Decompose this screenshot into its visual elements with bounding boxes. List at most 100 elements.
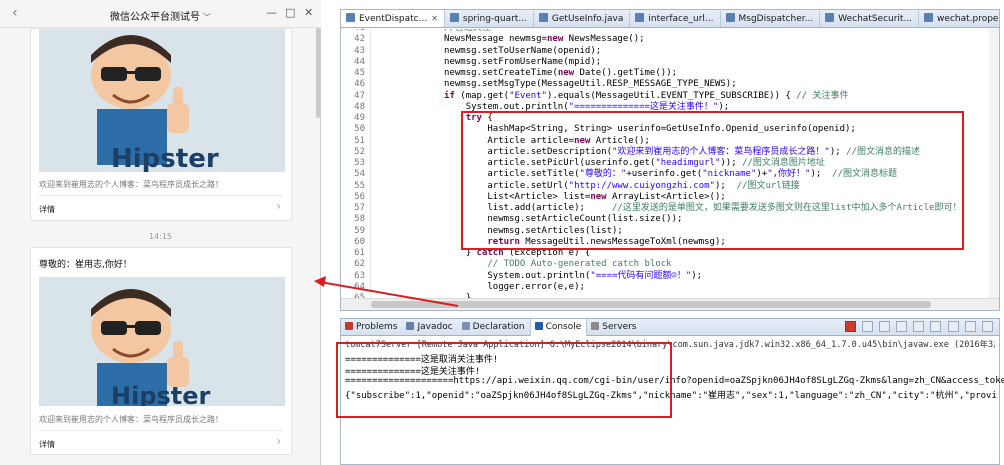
code-line: 47 if (map.get("Event").equals(MessageUt… (341, 91, 999, 103)
java-file-icon (825, 13, 835, 22)
line-number: 52 (354, 146, 365, 157)
java-file-icon (449, 13, 459, 22)
line-number: 54 (354, 169, 365, 180)
editor-tab-bar: EventDispatc... ✕ spring-quart... GetUseInf… (341, 10, 999, 28)
minimize-view-icon[interactable] (964, 321, 976, 332)
view-tab-servers[interactable]: Servers (587, 319, 641, 336)
view-tab-label: Console (545, 322, 582, 332)
news-card-detail-link[interactable]: 详情 (39, 439, 55, 450)
chevron-right-icon: › (276, 434, 281, 448)
editor-tab-label: WechatSecurit... (838, 14, 913, 24)
code-line: 44 newmsg.setFromUserName(mpid); (341, 57, 999, 69)
divider (39, 195, 283, 196)
news-card-description: 欢迎来到崔用志的个人博客：菜鸟程序员成长之路！ (39, 415, 223, 424)
maximize-view-icon[interactable] (982, 321, 993, 332)
news-card-image: Hipster (39, 29, 285, 172)
code-line: 42 NewsMessage newmsg=new NewsMessage(); (341, 34, 999, 46)
editor-tab[interactable]: spring-quart... (445, 11, 534, 27)
chat-scrollbar[interactable] (316, 28, 320, 118)
maximize-icon[interactable]: □ (285, 6, 295, 19)
console-highlight-box (336, 342, 672, 418)
line-number: 49 (354, 113, 365, 123)
code-text: newmsg.setCreateTime(new Date().getTime(… (379, 68, 678, 78)
java-file-icon (346, 13, 355, 22)
editor-tab[interactable]: WechatSecurit... (820, 11, 920, 27)
open-console-icon[interactable] (947, 321, 959, 332)
chevron-down-icon: ﹀ (203, 13, 211, 22)
minimize-icon[interactable]: — (266, 6, 277, 19)
java-file-icon (538, 13, 548, 22)
editor-tab[interactable]: interface_url... (630, 11, 721, 27)
wechat-window: ‹ 微信公众平台测试号 ﹀ — □ ✕ Hipster 欢迎来到崔用志的个人博客… (0, 0, 321, 465)
java-file-icon (635, 13, 645, 22)
editor-tab-label: MsgDispatcher... (738, 14, 814, 24)
view-tab-declaration[interactable]: Declaration (458, 319, 530, 336)
line-number: 56 (354, 191, 365, 202)
close-tab-icon[interactable]: ✕ (431, 14, 438, 23)
console-toolbar (842, 321, 993, 334)
line-number: 50 (354, 124, 365, 135)
terminate-icon[interactable] (844, 321, 856, 332)
scroll-lock-icon[interactable] (896, 321, 908, 332)
code-text: if (map.get("Event").equals(MessageUtil.… (444, 90, 849, 101)
editor-tab-label: GetUseInfo.java (551, 14, 624, 24)
editor-tab[interactable]: wechat.proper... (919, 11, 999, 27)
editor-tab[interactable]: EventDispatc... ✕ (341, 10, 445, 27)
news-card[interactable]: 尊敬的：崔用志,你好！ Hipster 欢迎来到崔用志的个人博客：菜鸟程序员成长… (30, 247, 292, 455)
remove-launch-icon[interactable] (861, 321, 873, 332)
news-card-description: 欢迎来到崔用志的个人博客：菜鸟程序员成长之路！ (39, 180, 223, 189)
image-caption: Hipster (111, 382, 211, 406)
view-tab-label: Javadoc (417, 322, 453, 332)
code-text: NewsMessage newmsg=new NewsMessage(); (379, 34, 645, 45)
servers-icon (591, 322, 600, 330)
pin-console-icon[interactable] (913, 321, 925, 332)
chevron-right-icon: › (276, 199, 281, 213)
close-icon[interactable]: ✕ (304, 6, 313, 19)
editor-tab[interactable]: GetUseInfo.java (534, 11, 631, 27)
line-number: 59 (354, 225, 365, 236)
line-number: 55 (354, 180, 365, 191)
console-icon (534, 322, 543, 330)
javadoc-icon (406, 322, 415, 330)
chat-title-text: 微信公众平台测试号 (110, 12, 200, 23)
news-card-image: Hipster (39, 277, 285, 406)
declaration-icon (461, 322, 470, 330)
news-card[interactable]: Hipster 欢迎来到崔用志的个人博客：菜鸟程序员成长之路！ 详情 › (30, 28, 292, 221)
line-number: 58 (354, 214, 365, 225)
vertical-scrollbar[interactable] (989, 29, 999, 299)
view-tab-console[interactable]: Console (529, 319, 588, 336)
code-line: 43 newmsg.setToUserName(openid); (341, 46, 999, 58)
code-line: 45 newmsg.setCreateTime(new Date().getTi… (341, 68, 999, 80)
problems-icon (345, 322, 353, 330)
line-number: 53 (354, 158, 365, 168)
line-number: 48 (354, 101, 365, 112)
line-number: 57 (354, 203, 365, 213)
view-tab-label: Problems (356, 322, 398, 332)
view-tab-javadoc[interactable]: Javadoc (402, 319, 457, 336)
display-console-icon[interactable] (930, 321, 942, 332)
code-text: newmsg.setFromUserName(mpid); (379, 56, 602, 67)
divider (39, 430, 283, 431)
line-number: 45 (354, 68, 365, 78)
editor-tab[interactable]: MsgDispatcher... (721, 11, 821, 27)
editor-tab-label: EventDispatc... (359, 14, 428, 24)
line-number: 60 (354, 236, 365, 247)
code-text: newmsg.setMsgType(MessageUtil.RESP_MESSA… (379, 79, 737, 90)
line-number: 51 (354, 135, 365, 146)
news-card-title: 尊敬的：崔用志,你好！ (39, 260, 132, 270)
hipster-thumbs-up-image: Hipster (39, 277, 285, 406)
view-tab-problems[interactable]: Problems (341, 319, 402, 336)
hipster-thumbs-up-image: Hipster (39, 29, 285, 172)
line-number: 43 (354, 45, 365, 56)
image-caption: Hipster (111, 144, 219, 172)
editor-tab-label: interface_url... (648, 14, 714, 24)
news-card-detail-link[interactable]: 详情 (39, 204, 55, 215)
editor-tab-label: wechat.proper... (937, 14, 999, 24)
clear-console-icon[interactable] (878, 321, 890, 332)
java-file-icon (725, 13, 735, 22)
line-number: 47 (354, 90, 365, 101)
code-line: 46 newmsg.setMsgType(MessageUtil.RESP_ME… (341, 79, 999, 91)
code-highlight-box (461, 111, 964, 250)
view-tab-label: Declaration (472, 322, 525, 332)
editor-tab-label: spring-quart... (462, 14, 527, 24)
